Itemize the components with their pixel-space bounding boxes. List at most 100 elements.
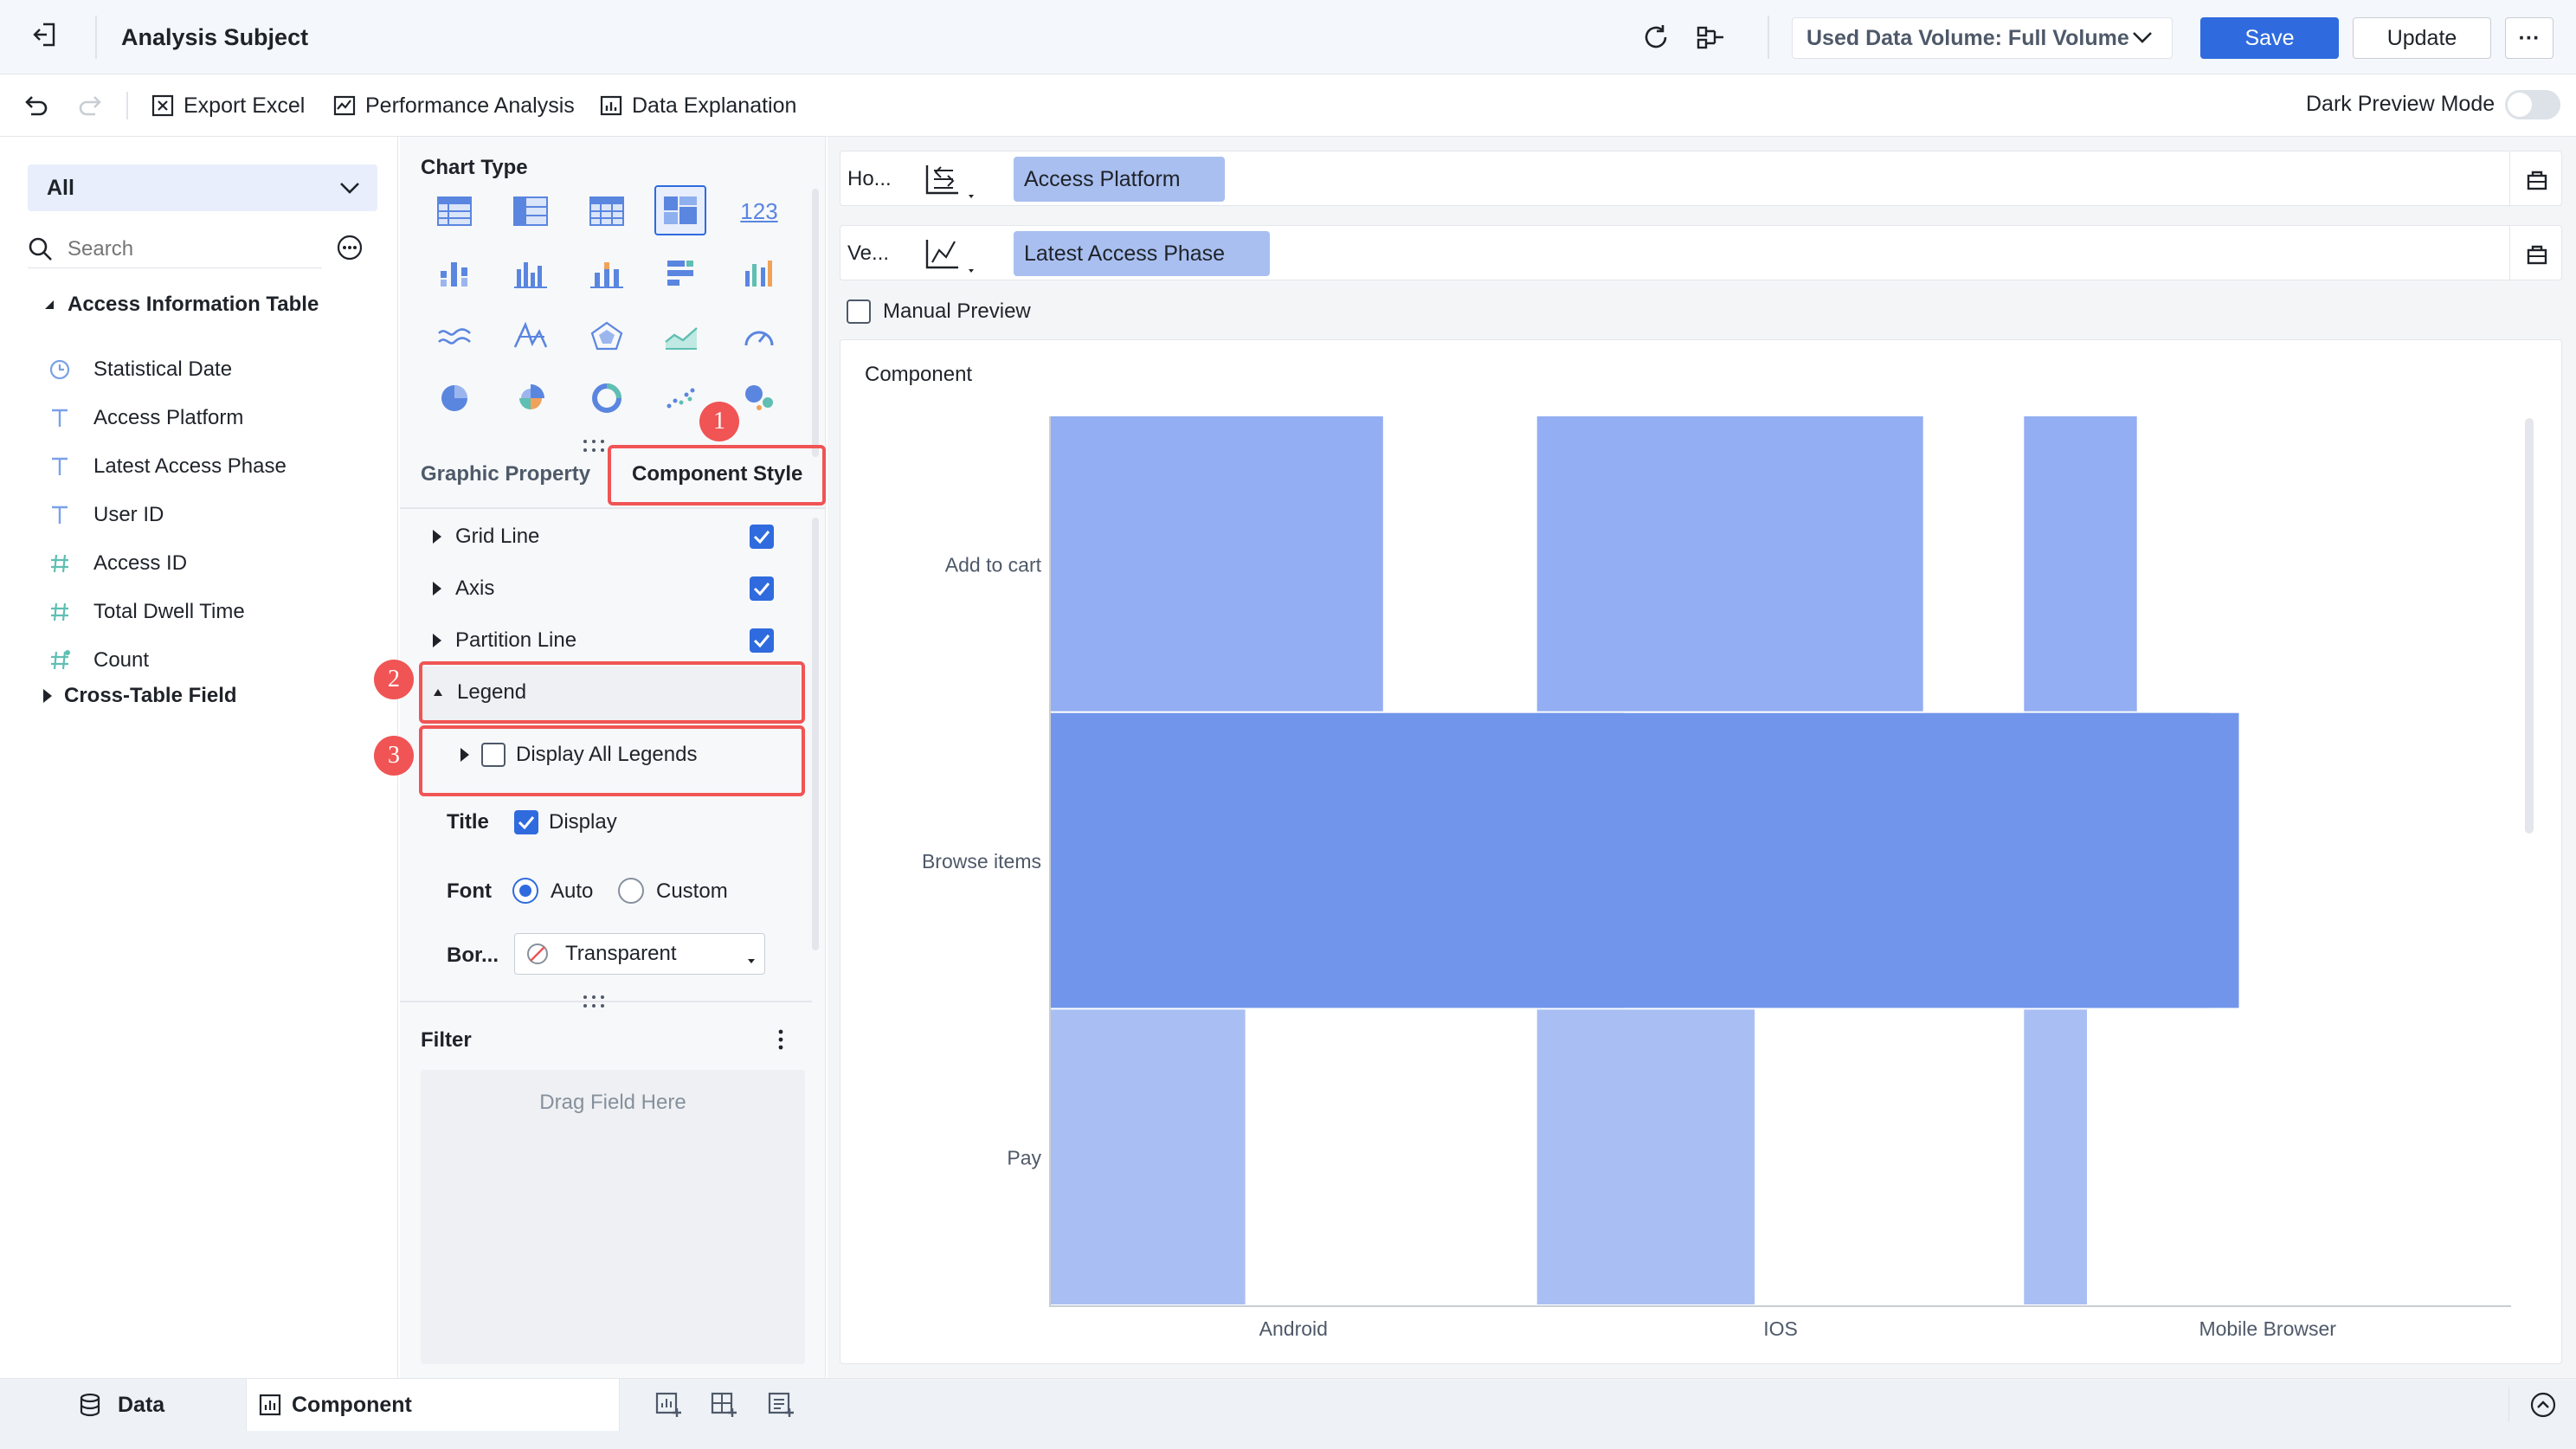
bottom-bar: Data Component [0,1378,2576,1449]
chart-type-line-icon[interactable] [431,315,478,357]
y-tick-label: Browse items [922,850,1041,873]
data-explanation-button[interactable]: Data Explanation [599,90,796,121]
partition-line-checkbox[interactable] [750,628,774,653]
vertical-field-pill[interactable]: Latest Access Phase [1014,231,1270,276]
font-custom-radio[interactable] [618,878,644,904]
chart-type-radar-line-icon[interactable] [507,315,554,357]
dark-preview-label: Dark Preview Mode [2306,92,2496,116]
add-dashboard-icon[interactable] [710,1391,737,1419]
chart-type-area-icon[interactable] [658,315,705,357]
lock-icon[interactable] [2525,242,2549,266]
mekko-cell-pay-mobile-browser[interactable] [2024,1009,2087,1304]
drag-handle-icon[interactable] [582,994,606,1011]
section-grid-line[interactable]: Grid Line [433,525,539,549]
tab-data-label: Data [118,1392,165,1417]
mekko-cell-add-to-cart-ios[interactable] [1536,416,1923,712]
field-item-access-id[interactable]: Access ID [48,546,187,581]
chart-type-stacked-column-icon[interactable] [583,253,630,294]
field-item-access-platform[interactable]: Access Platform [48,401,243,435]
font-auto-radio[interactable] [512,878,538,904]
chart-type-donut-icon[interactable] [583,377,630,419]
cross-table-header[interactable]: Cross-Table Field [43,684,237,708]
collapse-up-icon[interactable] [2529,1391,2557,1419]
exit-icon[interactable] [31,21,59,48]
mekko-cell-browse-items-mobile-browser[interactable] [2024,712,2210,1008]
chart-type-rose-icon[interactable] [507,377,554,419]
border-select[interactable]: Transparent [514,933,765,975]
chart-type-kpi-icon[interactable]: 123 [736,190,782,232]
chart-type-column-icon[interactable] [507,253,554,294]
filter-dropzone[interactable]: Drag Field Here [421,1070,805,1364]
manual-preview-checkbox[interactable] [847,299,871,324]
search-box[interactable] [28,230,322,268]
chart-type-bubble-icon[interactable] [736,377,782,419]
chart-type-gauge-icon[interactable] [736,315,782,357]
save-button[interactable]: Save [2200,17,2339,59]
chart-type-crosstab-icon[interactable] [507,190,554,232]
section-axis[interactable]: Axis [433,576,494,601]
scrollbar[interactable] [812,189,819,457]
data-volume-select[interactable]: Used Data Volume: Full Volume [1792,17,2173,59]
field-scope-select[interactable]: All [28,164,377,211]
refresh-icon[interactable] [1641,23,1671,52]
filter-more-icon[interactable] [777,1028,784,1051]
excel-icon [151,93,175,118]
field-item-user-id[interactable]: User ID [48,498,164,532]
horizontal-shelf[interactable]: Ho... Access Platform [840,151,2562,207]
mekko-cell-add-to-cart-mobile-browser[interactable] [2024,416,2137,712]
undo-icon[interactable] [23,92,48,118]
manual-preview-row[interactable]: Manual Preview [847,299,1031,324]
workflow-icon[interactable] [1697,24,1726,50]
scrollbar[interactable] [2525,418,2534,834]
vertical-shelf[interactable]: Ve... Latest Access Phase [840,225,2562,281]
more-button[interactable]: ··· [2505,17,2553,59]
update-button[interactable]: Update [2353,17,2491,59]
chart-type-pie-icon[interactable] [431,377,478,419]
chart-type-bar-icon[interactable] [658,253,705,294]
field-item-count[interactable]: Count [48,643,149,678]
section-partition-line[interactable]: Partition Line [433,628,576,653]
search-input[interactable] [68,236,301,261]
chart-type-table-icon[interactable] [431,190,478,232]
horizontal-axis-icon[interactable] [924,162,976,200]
mekko-cell-pay-android[interactable] [1050,1009,1246,1304]
vertical-axis-icon[interactable] [924,236,976,274]
export-excel-button[interactable]: Export Excel [151,90,305,121]
chart-type-multi-series-icon[interactable] [736,253,782,294]
expand-caret-icon [433,582,441,596]
chart-type-grouped-bar-icon[interactable] [431,253,478,294]
x-tick-label: IOS [1763,1317,1798,1340]
text-icon [48,504,74,526]
y-tick-label: Pay [1007,1147,1041,1169]
field-item-latest-access-phase[interactable]: Latest Access Phase [48,449,287,484]
tab-component[interactable]: Component [246,1379,620,1431]
dark-preview-toggle[interactable] [2505,90,2560,119]
lock-icon[interactable] [2525,167,2549,191]
add-report-icon[interactable] [767,1391,795,1419]
chart-type-mekko-icon-selected[interactable] [654,185,706,235]
more-options-icon[interactable] [336,234,364,261]
performance-analysis-button[interactable]: Performance Analysis [332,90,575,121]
redo-icon[interactable] [78,92,104,118]
scrollbar[interactable] [812,518,819,950]
table-group-header[interactable]: Access Information Table [43,293,319,317]
divider [2509,226,2510,281]
chart-type-radar-icon[interactable] [583,315,630,357]
tab-data[interactable]: Data [78,1379,164,1431]
title-display-checkbox[interactable] [514,810,538,834]
field-item-total-dwell-time[interactable]: Total Dwell Time [48,595,245,629]
chart-type-detail-table-icon[interactable] [583,190,630,232]
chart-type-scatter-icon[interactable] [658,377,705,419]
performance-icon [332,93,357,118]
horizontal-field-pill[interactable]: Access Platform [1014,157,1225,202]
grid-line-checkbox[interactable] [750,525,774,549]
mekko-cell-pay-ios[interactable] [1536,1009,1755,1304]
drag-handle-icon[interactable] [582,438,606,455]
add-component-icon[interactable] [654,1391,682,1419]
mekko-cell-add-to-cart-android[interactable] [1050,416,1383,712]
tab-graphic-property[interactable]: Graphic Property [421,462,590,486]
axis-checkbox[interactable] [750,576,774,601]
title-display-label: Display [549,810,617,834]
border-label: Bor... [447,943,499,967]
field-item-statistical-date[interactable]: Statistical Date [48,352,232,387]
